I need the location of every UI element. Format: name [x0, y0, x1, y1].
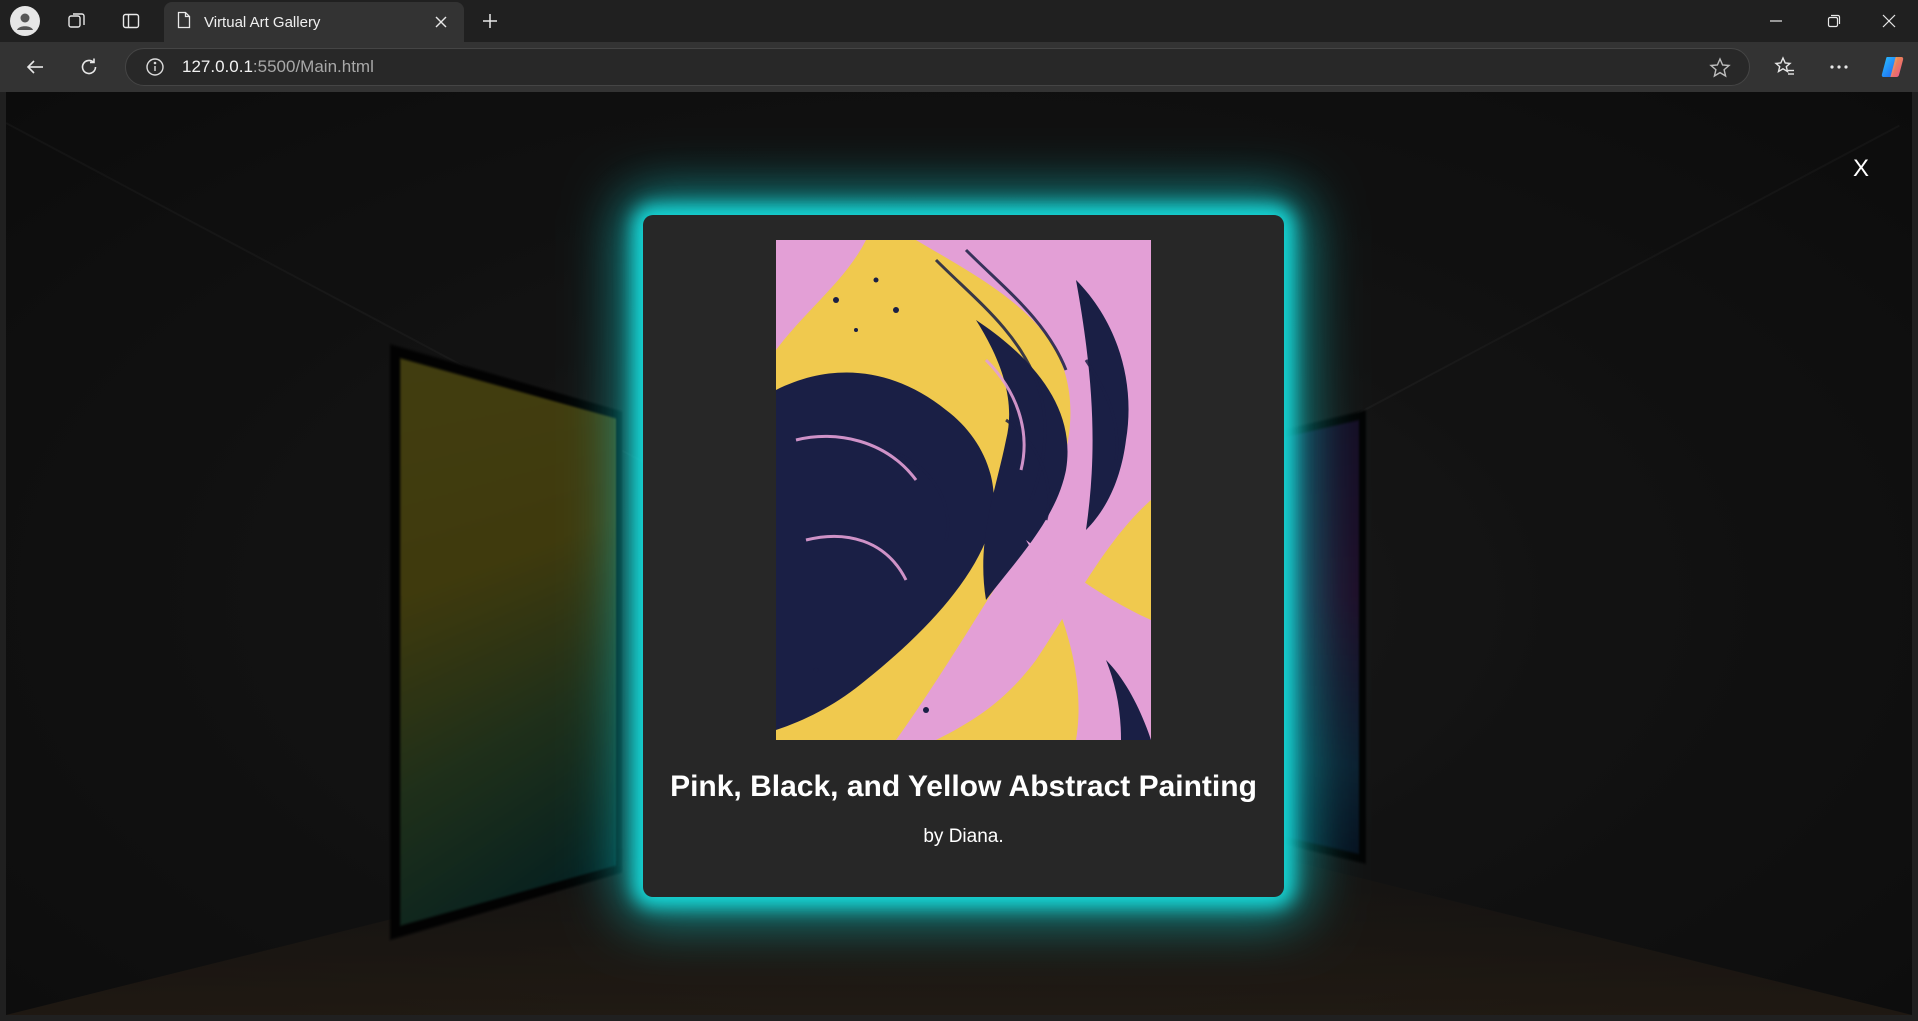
favorites-icon[interactable] — [1768, 51, 1802, 83]
tab-title: Virtual Art Gallery — [204, 13, 321, 31]
artwork-artist: by Diana. — [923, 826, 1004, 847]
artwork-modal: Pink, Black, and Yellow Abstract Paintin… — [643, 215, 1284, 897]
url-host: 127.0.0.1 — [182, 57, 253, 76]
restore-icon[interactable] — [1811, 6, 1857, 36]
modal-close-button[interactable]: X — [1846, 154, 1876, 184]
page-icon — [176, 11, 192, 33]
artwork-image — [776, 240, 1151, 740]
address-bar-row: 127.0.0.1:5500/Main.html — [0, 42, 1918, 92]
tab-bar: Virtual Art Gallery — [0, 0, 1918, 42]
tab-actions-icon[interactable] — [116, 8, 146, 34]
minimize-icon[interactable] — [1753, 6, 1799, 36]
back-icon[interactable] — [18, 51, 52, 83]
refresh-icon[interactable] — [72, 51, 106, 83]
profile-icon[interactable] — [10, 6, 40, 36]
window-close-icon[interactable] — [1866, 6, 1912, 36]
url-path: :5500/Main.html — [252, 57, 374, 76]
close-icon[interactable] — [430, 11, 452, 33]
artwork-title: Pink, Black, and Yellow Abstract Paintin… — [670, 770, 1257, 803]
gallery-viewport: X Pink, Black, and Yellow Abstract Paint… — [6, 92, 1912, 1015]
info-icon[interactable] — [144, 56, 166, 78]
address-bar[interactable]: 127.0.0.1:5500/Main.html — [125, 48, 1750, 86]
tab-virtual-art-gallery[interactable]: Virtual Art Gallery — [164, 2, 464, 42]
favorite-star-icon[interactable] — [1709, 57, 1731, 79]
new-tab-icon[interactable] — [474, 7, 506, 35]
workspaces-icon[interactable] — [62, 8, 92, 34]
copilot-icon[interactable] — [1876, 51, 1910, 83]
more-icon[interactable] — [1822, 51, 1856, 83]
